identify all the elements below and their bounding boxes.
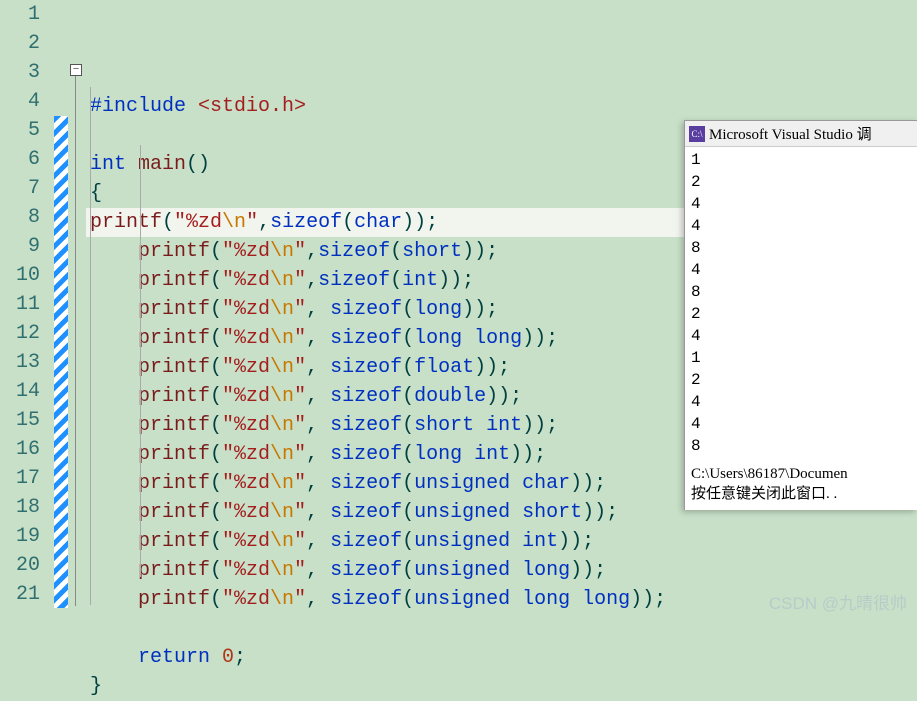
line-number: 5: [0, 116, 40, 145]
line-number: 9: [0, 232, 40, 261]
console-body: 1 2 4 4 8 4 8 2 4 1 2 4 4 8: [685, 147, 917, 459]
line-number: 8: [0, 203, 40, 232]
console-footer: C:\Users\86187\Documen 按任意键关闭此窗口. .: [691, 464, 911, 504]
console-title-text: Microsoft Visual Studio 调: [709, 123, 872, 144]
line-number: 12: [0, 319, 40, 348]
line-number: 13: [0, 348, 40, 377]
line-number: 16: [0, 435, 40, 464]
line-number-gutter: 123456789101112131415161718192021: [0, 0, 54, 620]
indent-guide: [90, 87, 91, 605]
line-number: 6: [0, 145, 40, 174]
console-close-prompt: 按任意键关闭此窗口. .: [691, 484, 911, 504]
line-number: 18: [0, 493, 40, 522]
line-number: 1: [0, 0, 40, 29]
line-number: 4: [0, 87, 40, 116]
fold-toggle[interactable]: −: [70, 64, 82, 76]
line-number: 20: [0, 551, 40, 580]
console-path: C:\Users\86187\Documen: [691, 464, 911, 484]
fold-line: [75, 76, 76, 606]
code-line[interactable]: }: [86, 672, 917, 701]
line-number: 11: [0, 290, 40, 319]
line-number: 3: [0, 58, 40, 87]
line-number: 10: [0, 261, 40, 290]
indent-guide: [140, 145, 141, 577]
console-titlebar: C:\ Microsoft Visual Studio 调: [685, 121, 917, 147]
code-line[interactable]: printf("%zd\n", sizeof(unsigned int));: [86, 527, 917, 556]
line-number: 15: [0, 406, 40, 435]
vs-icon: C:\: [689, 126, 705, 142]
code-line[interactable]: return 0;: [86, 643, 917, 672]
line-number: 21: [0, 580, 40, 609]
console-output-window: C:\ Microsoft Visual Studio 调 1 2 4 4 8 …: [684, 120, 917, 510]
line-number: 14: [0, 377, 40, 406]
line-number: 2: [0, 29, 40, 58]
code-line[interactable]: [86, 614, 917, 643]
change-marker-strip: [54, 0, 68, 620]
code-line[interactable]: printf("%zd\n", sizeof(unsigned long));: [86, 556, 917, 585]
code-line[interactable]: #include <stdio.h>: [86, 92, 917, 121]
fold-column: −: [68, 0, 86, 620]
modified-marker: [54, 116, 68, 608]
line-number: 7: [0, 174, 40, 203]
line-number: 19: [0, 522, 40, 551]
line-number: 17: [0, 464, 40, 493]
watermark: CSDN @九晴很帅: [769, 589, 907, 614]
